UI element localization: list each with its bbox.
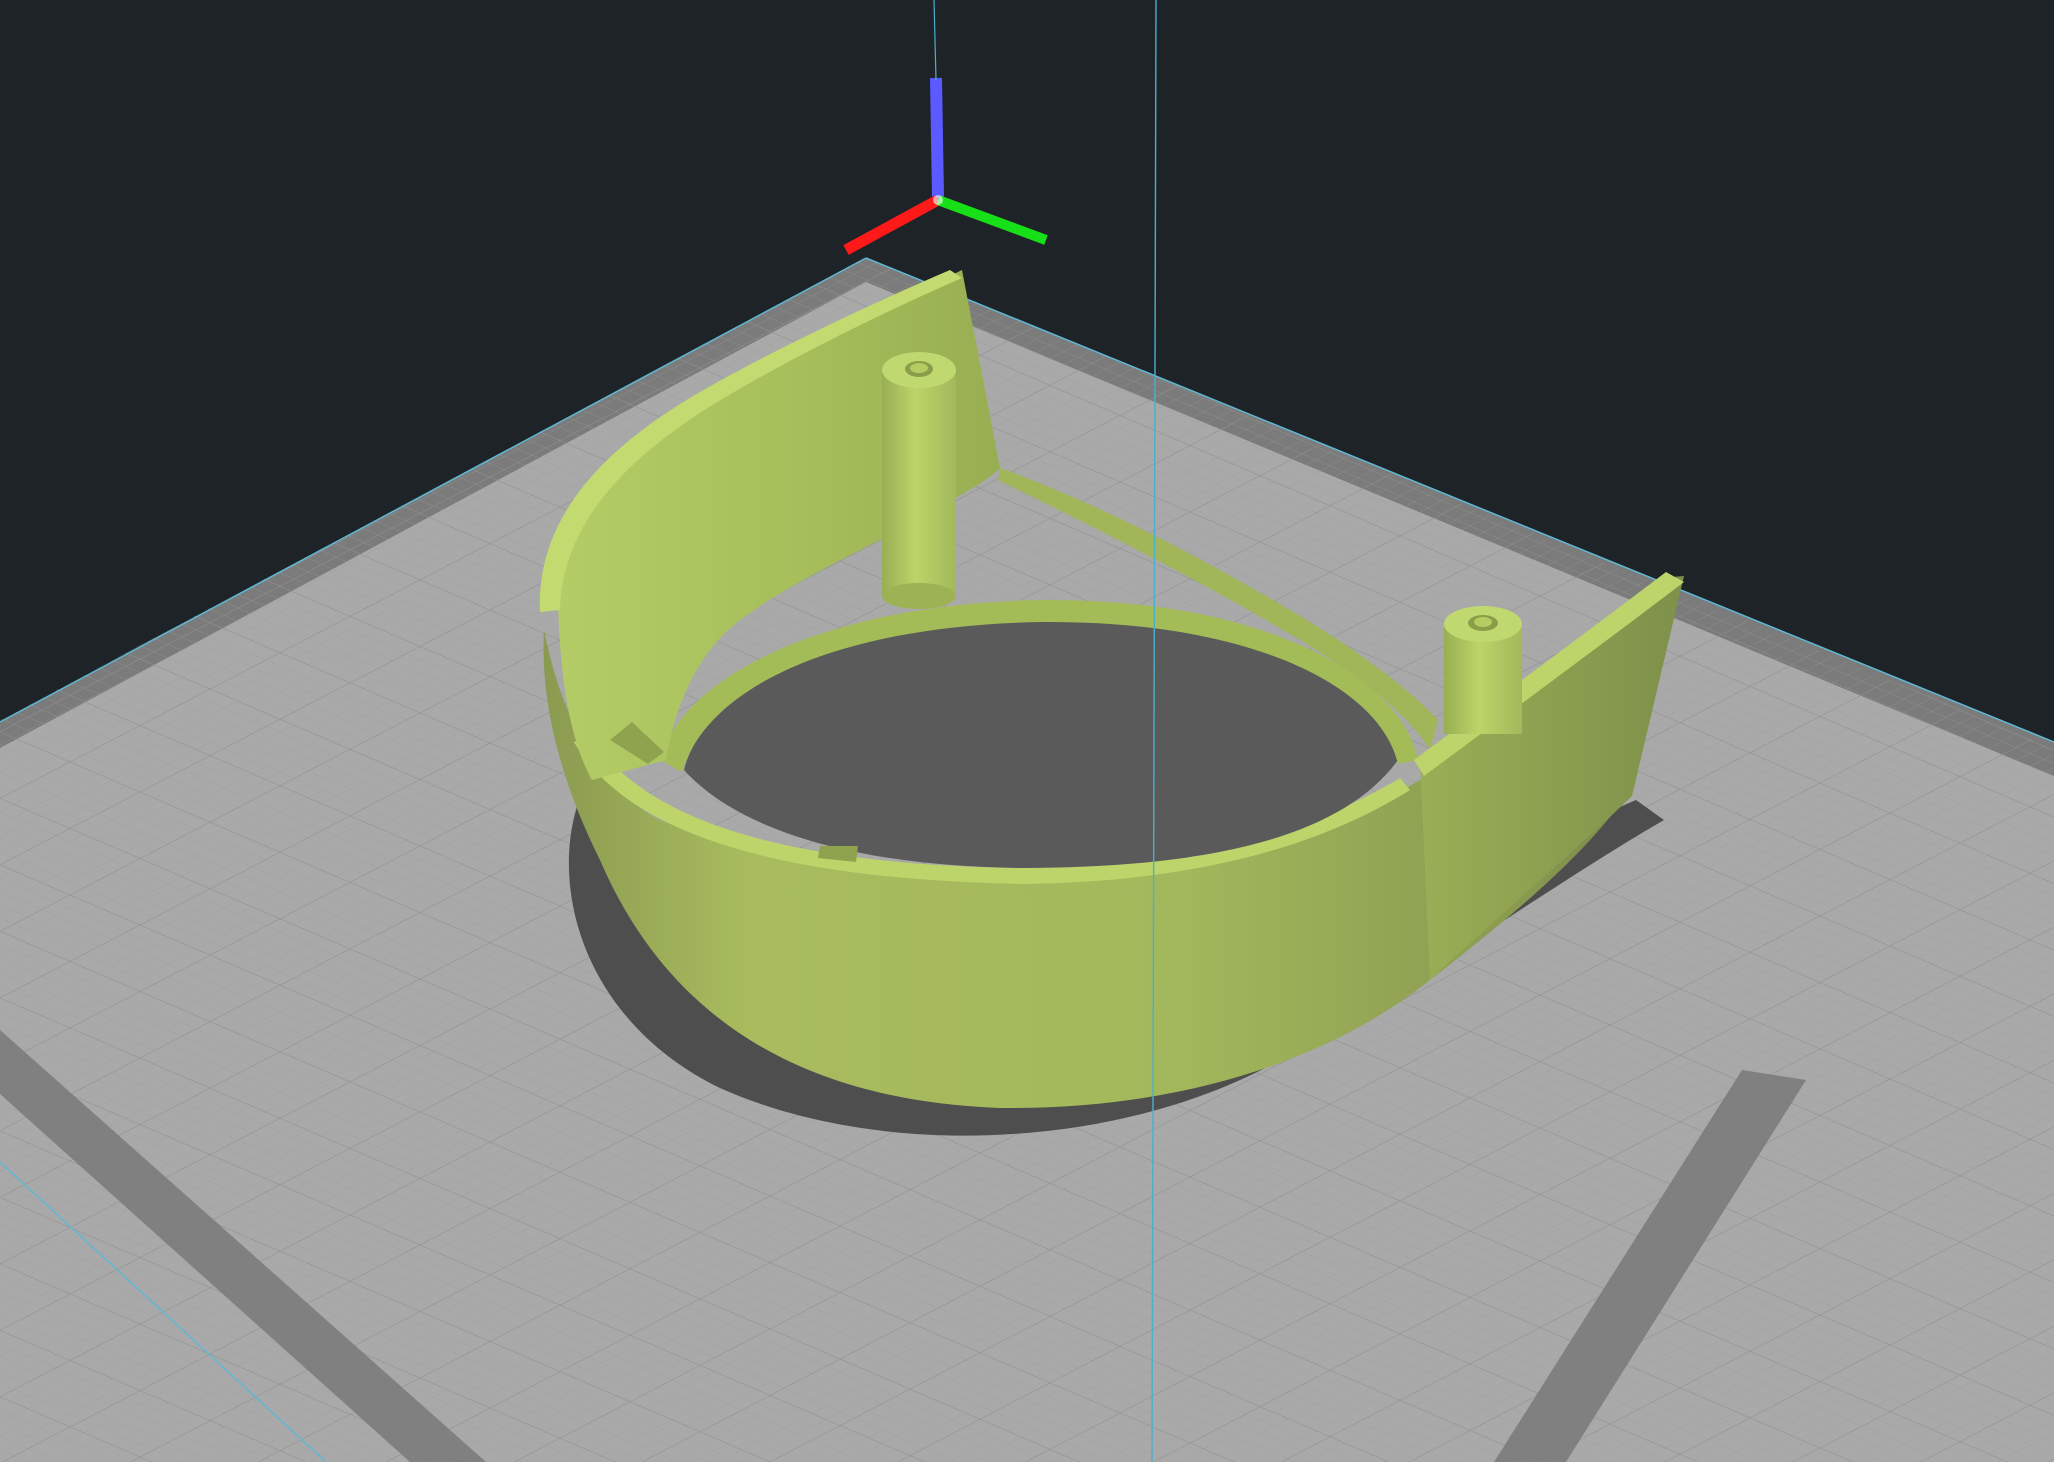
axis-z-line xyxy=(930,77,944,199)
axes-gizmo xyxy=(843,77,1048,255)
3d-viewport[interactable] xyxy=(0,0,2054,1462)
standoff-right[interactable] xyxy=(1444,606,1522,734)
scene-canvas[interactable] xyxy=(0,0,2054,1462)
axis-y-line xyxy=(936,195,1048,245)
guide-line-vertical-axis xyxy=(933,0,937,81)
standoff-left[interactable] xyxy=(882,352,956,609)
axis-x-line xyxy=(843,195,941,255)
